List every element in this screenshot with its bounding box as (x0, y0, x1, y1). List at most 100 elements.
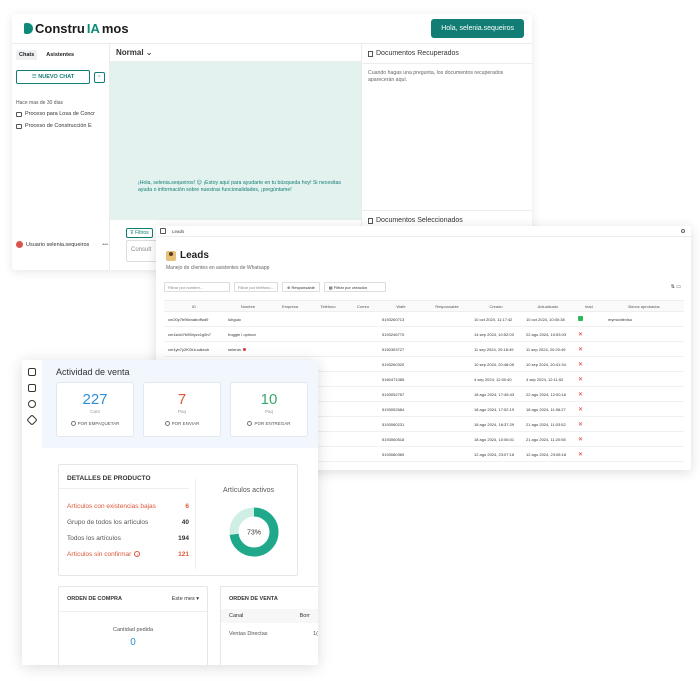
activity-unit: Cant (90, 409, 100, 414)
cell-email (348, 446, 378, 462)
rail-bot-icon[interactable] (28, 400, 36, 408)
column-header[interactable]: Actualizado (522, 300, 574, 312)
cell-updated: 18 ago 2024, 11:06:27 (522, 401, 574, 417)
filter-button[interactable]: ⊽ Filtros (126, 228, 153, 238)
cell-email (348, 371, 378, 387)
lead-no-icon: ✕ (578, 376, 584, 383)
responsible-filter-button[interactable]: ⊕ Responsable (282, 282, 320, 292)
column-header[interactable]: Wafe (378, 300, 424, 312)
tab-leads[interactable]: Leads (172, 229, 184, 234)
table-row[interactable]: cm20y7b96xnaboffud9 luhguio 5193260713 10 o… (164, 311, 684, 327)
tab-chats[interactable]: Chats (16, 50, 38, 60)
rail-layers-icon[interactable] (26, 414, 38, 426)
product-row-label: Grupo de todos los artículos (67, 519, 149, 526)
cell-wafe: 5193260320 (378, 356, 424, 372)
cell-phone (308, 311, 348, 327)
name-filter-input[interactable]: Filtrar por nombre... (164, 282, 230, 292)
cell-wafe-text: 5160471085 (382, 376, 405, 382)
cell-name: froggie l opriccx (224, 326, 272, 342)
period-dropdown[interactable]: Este mes ▾ (172, 596, 199, 602)
cell-updated: 10 sep 2024, 20:41:34 (522, 356, 574, 372)
cell-wafe-text: 5193246770 (382, 331, 405, 337)
column-header[interactable]: Responsable (424, 300, 470, 312)
cell-wafe: 5160471085 (378, 371, 424, 387)
more-options-icon[interactable]: ••• (102, 242, 108, 248)
mode-selector[interactable]: Normal ⌄ (110, 44, 361, 62)
column-header[interactable]: lead (574, 300, 604, 312)
phone-filter-input[interactable]: Filtrar por teléfono... (234, 282, 278, 292)
cell-email (348, 311, 378, 327)
ordered-qty-label: Cantidad pedida (112, 627, 154, 633)
activity-action-label: POR ENTREGAR (254, 421, 291, 426)
rail-dashboard-icon[interactable] (28, 368, 36, 376)
new-chat-button[interactable]: ☰ NUEVO CHAT (16, 70, 90, 84)
cell-created: 11 sep 2024, 20:18:49 (470, 341, 522, 357)
history-item[interactable]: Proceso para Losa de Concr (16, 111, 105, 117)
product-row[interactable]: Grupo de todos los artículos 40 (67, 519, 189, 526)
cell-lead: ✕ (574, 431, 604, 447)
logo-text-2: IA (86, 21, 100, 36)
cell-id: cm1yb7y2f03r1uuikxuh (164, 341, 224, 357)
cell-bonus (604, 326, 684, 342)
lead-no-icon: ✕ (578, 361, 584, 368)
cell-lead: ✕ (574, 371, 604, 387)
cell-wafe: 5193052757 (378, 386, 424, 402)
rail-inventory-icon[interactable] (28, 384, 36, 392)
product-row-label: Artículos con existencias bajas (67, 503, 156, 510)
date-filter-button[interactable]: ▦ Filtrar por creación (323, 282, 386, 292)
column-header[interactable]: Creado (470, 300, 522, 312)
user-icon[interactable] (681, 229, 685, 233)
cell-name: luhguio (224, 311, 272, 327)
column-header[interactable]: Empresa (272, 300, 308, 312)
activity-card-ship[interactable]: 7 Paq POR ENVIAR (143, 382, 221, 437)
chevron-down-icon: ▾ (196, 596, 199, 602)
cell-id-text: cm1slxb7b95hyzx1g5n7 (168, 331, 211, 337)
product-row[interactable]: Artículos con existencias bajas 6 (67, 503, 189, 510)
cell-id: cm1slxb7b95hyzx1g5n7 (164, 326, 224, 342)
tab-assistants[interactable]: Asistentes (43, 50, 77, 60)
cell-wafe: 5193260713 (378, 311, 424, 327)
activity-panel: Actividad de venta 227 Cant POR EMPAQUET… (42, 360, 318, 448)
cell-bonus (604, 401, 684, 417)
user-greeting-button[interactable]: Hola, selenia.sequeiros (431, 19, 524, 38)
sidebar-toggle-icon[interactable]: ▫ (94, 71, 105, 83)
cell-created: 18 ago 2024, 16:37:29 (470, 416, 522, 432)
product-row[interactable]: Todos los artículos 194 (67, 535, 189, 542)
activity-unit: Paq (177, 409, 186, 414)
chat-sidebar: Chats Asistentes ☰ NUEVO CHAT ▫ Hace mas… (12, 44, 110, 270)
cell-updated: 21 ago 2024, 11:20:55 (522, 431, 574, 447)
check-circle-icon (164, 421, 170, 426)
app-logo[interactable]: Constru IA mos (24, 21, 129, 36)
divider (195, 479, 196, 569)
cell-id-text: cm20y7b96xnaboffud9 (168, 316, 209, 322)
history-item[interactable]: Proceso de Construcción E (16, 123, 105, 129)
cell-email (348, 401, 378, 417)
column-header[interactable]: ID (164, 300, 224, 312)
sales-order-row[interactable]: Ventas Directas 1( (229, 631, 318, 637)
column-header[interactable]: Bonos aprobados (604, 300, 684, 312)
column-settings-icon[interactable]: ⇅ ▭ (671, 284, 681, 290)
activity-card-package[interactable]: 227 Cant POR EMPAQUETAR (56, 382, 134, 437)
purchase-order-title: ORDEN DE COMPRA (67, 596, 123, 602)
product-row-value: 121 (178, 551, 189, 558)
table-row[interactable]: cm1slxb7b95hyzx1g5n7 froggie l opriccx 519… (164, 326, 684, 342)
cell-created-text: 11 sep 2024, 20:18:49 (474, 346, 514, 352)
cell-updated: 4 sep 2024, 12:11:52 (522, 371, 574, 387)
cell-responsible (424, 371, 470, 387)
cell-wafe: 5150353727 (378, 341, 424, 357)
table-row[interactable]: cm1yb7y2f03r1uuikxuh selenia 5150353727 11 … (164, 341, 684, 357)
cell-responsible (424, 386, 470, 402)
column-header[interactable]: Correo (348, 300, 378, 312)
lead-no-icon: ✕ (578, 346, 584, 353)
activity-card-deliver[interactable]: 10 Paq POR ENTREGAR (230, 382, 308, 437)
info-icon[interactable]: i (134, 551, 141, 557)
user-profile-row[interactable]: Usuario selenia.sequeiros ••• (16, 241, 108, 248)
cell-wafe-text: 5150353727 (382, 346, 405, 352)
home-icon[interactable] (160, 228, 166, 234)
lead-no-icon: ✕ (578, 451, 584, 458)
cell-created-text: 18 ago 2024, 17:52:19 (474, 406, 515, 412)
column-header[interactable]: Teléfono (308, 300, 348, 312)
column-header[interactable]: Nombre (224, 300, 272, 312)
cell-created: 18 ago 2024, 17:45:43 (470, 386, 522, 402)
product-row[interactable]: Artículos sin confirmar i 121 (67, 551, 189, 558)
